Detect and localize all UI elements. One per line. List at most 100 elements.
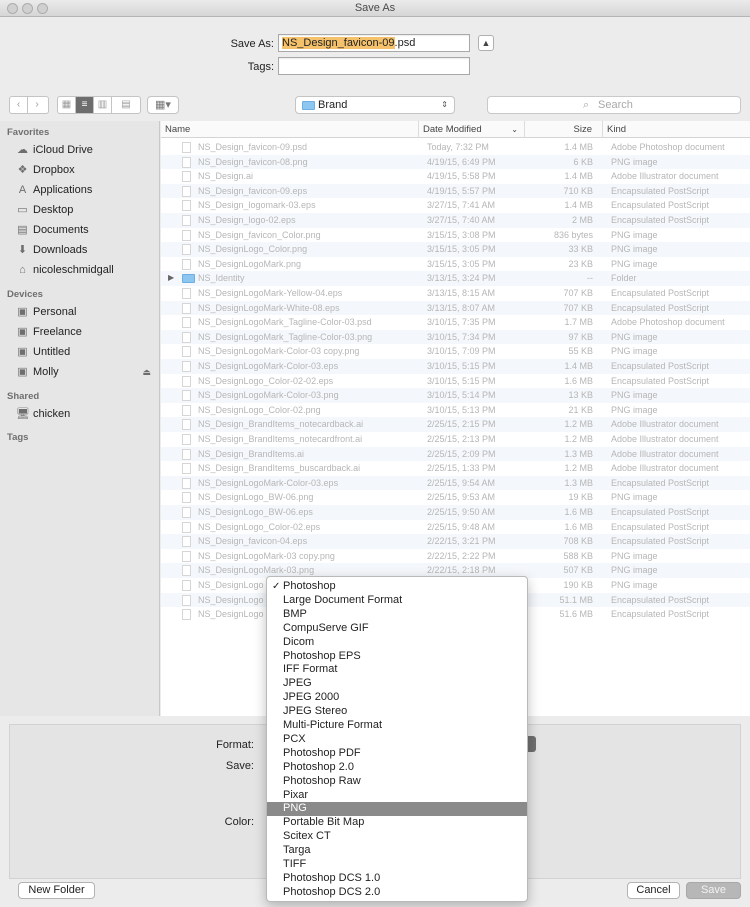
new-folder-button[interactable]: New Folder (18, 882, 95, 899)
format-option[interactable]: Photoshop Raw (267, 775, 527, 789)
format-option[interactable]: Pixar (267, 789, 527, 803)
back-button[interactable]: ‹ (10, 97, 28, 113)
file-kind: Encapsulated PostScript (611, 361, 710, 371)
icon-view-button[interactable]: ▦ (58, 97, 76, 113)
cover-flow-button[interactable]: ▤ (112, 97, 140, 113)
file-date: 3/10/15, 5:13 PM (427, 404, 496, 415)
tags-input[interactable] (278, 57, 470, 75)
format-option[interactable]: BMP (267, 608, 527, 622)
format-option-label: JPEG Stereo (283, 705, 348, 718)
arrange-button[interactable]: ▦▾ (147, 96, 179, 114)
format-option[interactable]: Photoshop EPS (267, 650, 527, 664)
folder-icon (302, 101, 315, 110)
sidebar-item-home[interactable]: ⌂ nicoleschmidgall (16, 261, 114, 279)
file-row[interactable]: NS_Design_BrandItems.ai 2/25/15, 2:09 PM 1… (161, 446, 750, 462)
drive-icon: ▣ (17, 306, 28, 318)
cancel-button[interactable]: Cancel (627, 882, 680, 899)
format-option[interactable]: JPEG Stereo (267, 705, 527, 719)
file-row[interactable]: NS_Design_logomark-03.eps 3/27/15, 7:41 A… (161, 198, 750, 213)
sidebar-item-molly[interactable]: ▣ Molly ⏏ (16, 363, 156, 381)
format-option[interactable]: Multi-Picture Format (267, 719, 527, 733)
format-option[interactable]: JPEG 2000 (267, 691, 527, 705)
file-row[interactable]: NS_Design_favicon-09.psd Today, 7:32 PM 1.… (161, 140, 750, 155)
format-option[interactable]: Photoshop DCS 2.0 (267, 886, 527, 900)
search-field[interactable]: ⌕ Search (487, 96, 741, 114)
format-option[interactable]: TIFF (267, 858, 527, 872)
file-row[interactable]: NS_Design_BrandItems_notecardback.ai 2/25… (161, 417, 750, 432)
file-row[interactable]: NS_DesignLogoMark-Color-03 copy.png 3/10/… (161, 344, 750, 359)
file-row[interactable]: NS_DesignLogoMark_Tagline-Color-03.png 3/… (161, 329, 750, 345)
format-option[interactable]: Scitex CT (267, 830, 527, 844)
format-option[interactable]: ✓ Photoshop (267, 580, 527, 594)
disclosure-triangle-icon[interactable]: ▶ (168, 271, 174, 286)
format-label: Format: (216, 739, 254, 751)
column-view-button[interactable]: ▥ (94, 97, 112, 113)
sidebar-item-downloads[interactable]: ⬇ Downloads (16, 241, 88, 259)
column-name[interactable]: Name (161, 121, 419, 138)
sidebar-item-freelance[interactable]: ▣ Freelance (16, 323, 82, 341)
file-row[interactable]: NS_DesignLogoMark-White-08.eps 3/13/15, 8… (161, 300, 750, 316)
list-view-button[interactable]: ≡ (76, 97, 94, 113)
file-row[interactable]: NS_DesignLogoMark.png 3/15/15, 3:05 PM 23 … (161, 257, 750, 272)
sidebar-item-personal[interactable]: ▣ Personal (16, 303, 76, 321)
format-option[interactable]: Dicom (267, 636, 527, 650)
format-option[interactable]: Portable Bit Map (267, 816, 527, 830)
sidebar-item-documents[interactable]: ▤ Documents (16, 221, 88, 239)
sidebar-item-desktop[interactable]: ▭ Desktop (16, 201, 73, 219)
file-date: 2/25/15, 9:53 AM (427, 492, 496, 503)
format-option[interactable]: PCX (267, 733, 527, 747)
format-option[interactable]: PNG (267, 802, 527, 817)
sidebar-item-dropbox[interactable]: ❖ Dropbox (16, 161, 75, 179)
format-option[interactable]: Photoshop DCS 1.0 (267, 872, 527, 886)
file-row[interactable]: NS_DesignLogo_BW-06.eps 2/25/15, 9:50 AM 1… (161, 505, 750, 520)
save-button[interactable]: Save (686, 882, 741, 899)
downloads-icon: ⬇ (17, 244, 28, 256)
column-size[interactable]: Size (525, 121, 603, 138)
file-row[interactable]: NS_DesignLogo_BW-06.png 2/25/15, 9:53 AM 1… (161, 490, 750, 505)
file-row[interactable]: NS_Design_favicon_Color.png 3/15/15, 3:08… (161, 228, 750, 243)
format-option[interactable]: Large Document Format (267, 594, 527, 608)
sidebar-item-chicken[interactable]: 🖥 chicken (16, 405, 70, 423)
forward-button[interactable]: › (28, 97, 46, 113)
file-date: 2/22/15, 2:22 PM (427, 550, 496, 561)
format-option[interactable]: IFF Format (267, 663, 527, 677)
sidebar-item-untitled[interactable]: ▣ Untitled (16, 343, 70, 361)
file-row[interactable]: NS_Design_logo-02.eps 3/27/15, 7:40 AM 2 M… (161, 213, 750, 228)
eject-icon[interactable]: ⏏ (142, 363, 151, 381)
sidebar-item-applications[interactable]: A Applications (16, 181, 93, 199)
column-date-modified[interactable]: Date Modified ⌄ (419, 121, 525, 138)
file-icon (182, 171, 191, 183)
file-kind: PNG image (611, 390, 658, 401)
file-row[interactable]: NS_Design_BrandItems_notecardfront.ai 2/2… (161, 432, 750, 447)
sidebar-item-icloud-drive[interactable]: ☁ iCloud Drive (16, 141, 93, 159)
format-option[interactable]: Targa (267, 844, 527, 858)
column-kind[interactable]: Kind (603, 121, 750, 138)
file-row[interactable]: NS_Design.ai 4/19/15, 5:58 PM 1.4 MB Adobe … (161, 169, 750, 184)
file-row[interactable]: NS_DesignLogoMark-Yellow-04.eps 3/13/15, … (161, 286, 750, 301)
format-option[interactable]: CompuServe GIF (267, 622, 527, 636)
file-row[interactable]: NS_Design_favicon-09.eps 4/19/15, 5:57 PM… (161, 183, 750, 199)
file-row[interactable]: NS_DesignLogoMark-03 copy.png 2/22/15, 2:… (161, 549, 750, 564)
file-date: 2/25/15, 1:33 PM (427, 463, 496, 474)
filename-extension: .psd (394, 37, 416, 49)
file-row[interactable]: NS_DesignLogo_Color.png 3/15/15, 3:05 PM 3… (161, 242, 750, 257)
file-row[interactable]: NS_DesignLogo_Color-02.png 3/10/15, 5:13 … (161, 403, 750, 418)
expand-collapse-button[interactable]: ▲ (478, 35, 494, 51)
file-row[interactable]: NS_DesignLogoMark_Tagline-Color-03.psd 3/… (161, 315, 750, 330)
folder-row[interactable]: ▶ NS_Identity 3/13/15, 3:24 PM -- Folder (161, 271, 750, 286)
file-row[interactable]: NS_Design_favicon-08.png 4/19/15, 6:49 PM… (161, 154, 750, 170)
file-row[interactable]: NS_DesignLogo_Color-02-02.eps 3/10/15, 5:… (161, 374, 750, 389)
filename-input[interactable]: NS_Design_favicon-09.psd (278, 34, 470, 52)
file-row[interactable]: NS_DesignLogo_Color-02.eps 2/25/15, 9:48 … (161, 520, 750, 535)
file-row[interactable]: NS_Design_favicon-04.eps 2/22/15, 3:21 PM… (161, 534, 750, 549)
format-option[interactable]: Photoshop PDF (267, 747, 527, 761)
file-row[interactable]: NS_Design_BrandItems_buscardback.ai 2/25/… (161, 461, 750, 476)
file-row[interactable]: NS_DesignLogoMark-Color-03.eps 2/25/15, 9… (161, 475, 750, 491)
file-row[interactable]: NS_DesignLogoMark-Color-03.eps 3/10/15, 5… (161, 359, 750, 374)
format-option-label: PNG (283, 802, 307, 815)
format-option[interactable]: JPEG (267, 677, 527, 691)
location-popup[interactable]: Brand ⇕ (295, 96, 455, 114)
file-kind: Encapsulated PostScript (611, 536, 710, 547)
format-option[interactable]: Photoshop 2.0 (267, 761, 527, 775)
file-row[interactable]: NS_DesignLogoMark-Color-03.png 3/10/15, 5… (161, 388, 750, 403)
